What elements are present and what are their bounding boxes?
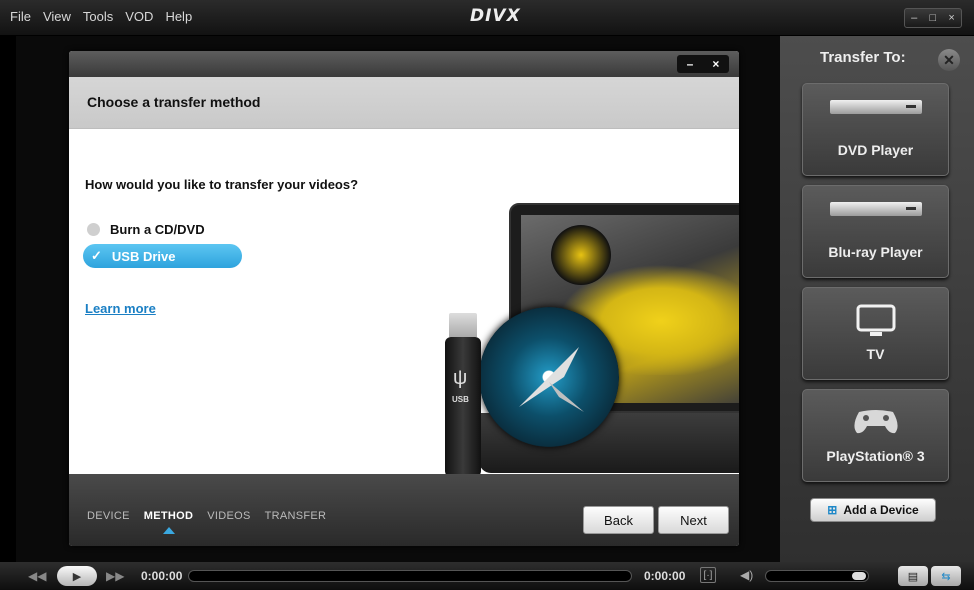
disc-image (479, 307, 619, 447)
menu: File View Tools VOD Help (10, 9, 204, 24)
device-dvd-player[interactable]: DVD Player (802, 83, 949, 176)
dialog-close-button[interactable]: × (712, 57, 719, 71)
bluray-player-icon (829, 202, 922, 216)
elapsed-time: 0:00:00 (141, 569, 183, 583)
add-device-button[interactable]: ⊞ Add a Device (810, 498, 936, 522)
next-button[interactable]: Next (658, 506, 729, 534)
transfer-icon[interactable]: ⇆ (931, 566, 961, 586)
dialog-body: How would you like to transfer your vide… (69, 129, 739, 477)
option-label: Burn a CD/DVD (110, 222, 205, 237)
checkmark-icon: ✓ (91, 248, 102, 263)
radio-unselected-icon[interactable] (87, 223, 100, 236)
close-panel-icon[interactable]: ✕ (938, 49, 960, 71)
device-label: Blu-ray Player (828, 244, 923, 260)
tv-icon (856, 304, 896, 343)
dialog-titlebar: – × (69, 51, 739, 77)
gamepad-icon (851, 406, 901, 441)
transport-bar: ◀◀ ▶ ▶▶ 0:00:00 0:00:00 [·] ◀) ▤ ⇆ (0, 562, 974, 590)
device-bluray-player[interactable]: Blu-ray Player (802, 185, 949, 278)
usb-label: USB (452, 395, 469, 404)
menu-vod[interactable]: VOD (125, 9, 153, 24)
device-label: PlayStation® 3 (826, 448, 925, 464)
wizard-steps: DEVICE METHOD VIDEOS TRANSFER (87, 510, 340, 534)
device-tv[interactable]: TV (802, 287, 949, 380)
rewind-icon[interactable]: ◀◀ (28, 569, 46, 583)
step-videos: VIDEOS (207, 510, 251, 522)
step-transfer: TRANSFER (264, 510, 327, 522)
close-window-button[interactable]: × (948, 12, 954, 24)
back-button[interactable]: Back (583, 506, 654, 534)
playlist-icon[interactable]: ▤ (898, 566, 928, 586)
duration-time: 0:00:00 (644, 569, 686, 583)
menu-help[interactable]: Help (165, 9, 192, 24)
volume-slider[interactable] (765, 570, 869, 582)
menu-bar: File View Tools VOD Help DIVX – □ × (0, 0, 974, 36)
window-controls: – □ × (904, 8, 962, 28)
seek-bar[interactable] (188, 570, 632, 582)
option-label: USB Drive (111, 248, 176, 264)
fast-forward-icon[interactable]: ▶▶ (106, 569, 124, 583)
dialog-footer: DEVICE METHOD VIDEOS TRANSFER Back Next (69, 474, 739, 546)
panel-title: Transfer To: (820, 49, 906, 66)
minimize-window-button[interactable]: – (911, 12, 917, 24)
add-device-label: Add a Device (843, 503, 919, 517)
device-label: TV (866, 346, 885, 362)
learn-more-link[interactable]: Learn more (85, 301, 156, 316)
dialog-minimize-button[interactable]: – (687, 57, 694, 71)
volume-handle[interactable] (852, 572, 866, 580)
menu-tools[interactable]: Tools (83, 9, 113, 24)
menu-view[interactable]: View (43, 9, 71, 24)
dialog-controls: – × (677, 55, 729, 73)
play-button[interactable]: ▶ (57, 566, 97, 586)
transfer-panel: Transfer To: ✕ DVD Player Blu-ray Player… (780, 36, 974, 562)
transfer-wizard-dialog: – × Choose a transfer method How would y… (69, 51, 739, 546)
maximize-window-button[interactable]: □ (930, 12, 937, 24)
menu-file[interactable]: File (10, 9, 31, 24)
aspect-ratio-icon[interactable]: [·] (700, 567, 716, 583)
step-device: DEVICE (87, 510, 130, 522)
dvd-player-icon (829, 100, 922, 114)
dialog-header: Choose a transfer method (69, 77, 739, 129)
option-usb-drive[interactable]: ✓ USB Drive (83, 244, 242, 268)
divx-logo: DIVX (470, 6, 521, 26)
step-method: METHOD (143, 510, 194, 534)
usb-drive-image: ψ USB (445, 313, 481, 477)
device-label: DVD Player (837, 142, 914, 158)
divx-disc-logo-icon (519, 347, 584, 412)
device-playstation3[interactable]: PlayStation® 3 (802, 389, 949, 482)
dialog-title: Choose a transfer method (87, 94, 261, 110)
usb-symbol-icon: ψ (453, 367, 468, 389)
add-device-icon: ⊞ (827, 503, 838, 517)
option-burn-disc[interactable]: Burn a CD/DVD (87, 222, 205, 237)
transfer-question: How would you like to transfer your vide… (85, 177, 359, 192)
volume-icon[interactable]: ◀) (740, 568, 753, 582)
